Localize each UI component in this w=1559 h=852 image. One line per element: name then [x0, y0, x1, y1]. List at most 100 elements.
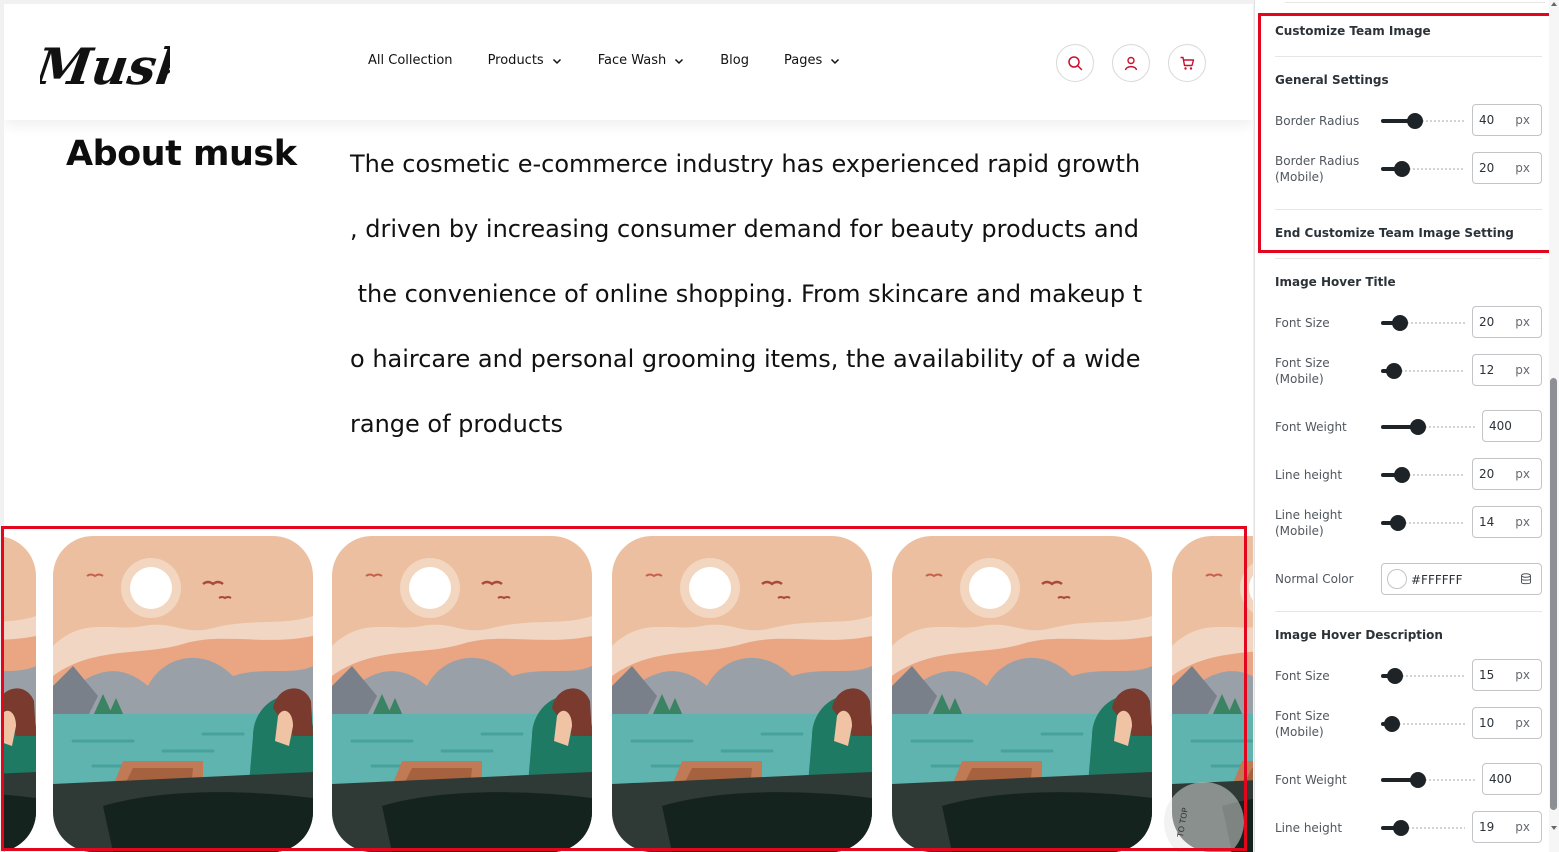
hover-title-line-height-slider[interactable]	[1381, 467, 1465, 483]
hover-title-font-size-mobile-slider[interactable]	[1381, 363, 1465, 379]
team-image[interactable]	[53, 536, 313, 852]
hover-title-font-size-slider[interactable]	[1381, 315, 1465, 331]
hover-desc-line-height-input[interactable]: 19 px	[1472, 811, 1542, 843]
nav-item-face-wash[interactable]: Face Wash	[598, 53, 686, 68]
slider-track	[1408, 474, 1465, 476]
slider-track	[1407, 827, 1465, 829]
team-image-gallery: TO TOP	[4, 532, 1253, 852]
hover-desc-font-size-mobile-slider[interactable]	[1381, 716, 1465, 732]
hover-title-line-height-mobile-label: Line height (Mobile)	[1275, 507, 1342, 539]
divider	[1275, 258, 1542, 259]
border-radius-mobile-slider[interactable]	[1381, 161, 1465, 177]
scroll-down-arrow-icon[interactable]	[1550, 824, 1558, 832]
slider-handle[interactable]	[1394, 467, 1410, 483]
panel-scrollbar-thumb[interactable]	[1550, 378, 1557, 810]
team-image[interactable]	[612, 536, 872, 852]
nav-item-blog[interactable]: Blog	[720, 53, 749, 68]
hover-title-line-height-label: Line height	[1275, 468, 1343, 482]
scroll-to-top-button[interactable]: TO TOP	[1164, 782, 1244, 852]
border-radius-mobile-input[interactable]: 20 px	[1472, 152, 1542, 184]
hover-desc-font-size-mobile-input[interactable]: 10 px	[1472, 707, 1542, 739]
search-button[interactable]	[1056, 44, 1094, 82]
about-text-line: range of products	[350, 410, 563, 438]
hover-desc-line-height-value: 19	[1479, 820, 1495, 834]
label-line: (Mobile)	[1275, 725, 1324, 739]
about-title: About musk	[66, 134, 297, 174]
hover-desc-font-size-slider[interactable]	[1381, 668, 1465, 684]
about-text-line: The cosmetic e-commerce industry has exp…	[350, 150, 1141, 178]
team-image[interactable]	[892, 536, 1152, 852]
hover-desc-font-size-input[interactable]: 15 px	[1472, 659, 1542, 691]
slider-handle[interactable]	[1386, 363, 1402, 379]
slider-track	[1408, 168, 1465, 170]
hover-title-font-size-mobile-input[interactable]: 12 px	[1472, 354, 1542, 386]
scroll-up-arrow-icon[interactable]	[1550, 0, 1558, 8]
image-hover-title-heading: Image Hover Title	[1275, 275, 1396, 289]
border-radius-mobile-value: 20	[1479, 161, 1495, 175]
border-radius-slider[interactable]	[1381, 113, 1465, 129]
preview-frame: Musk All Collection Products Face Wash Blog…	[4, 4, 1253, 852]
label-line: Font Size	[1275, 709, 1330, 723]
hover-title-line-height-value: 20	[1479, 467, 1495, 481]
slider-track	[1404, 522, 1465, 524]
color-swatch[interactable]	[1387, 569, 1407, 589]
slider-track	[1424, 779, 1475, 781]
hover-title-line-height-mobile-input[interactable]: 14 px	[1472, 506, 1542, 538]
hover-title-line-height-mobile-slider[interactable]	[1381, 515, 1465, 531]
slider-handle[interactable]	[1390, 515, 1406, 531]
team-image[interactable]	[4, 536, 36, 852]
hover-desc-line-height-label: Line height	[1275, 821, 1343, 835]
hover-desc-font-size-label: Font Size	[1275, 669, 1330, 683]
slider-handle[interactable]	[1393, 820, 1409, 836]
hover-title-font-weight-slider[interactable]	[1381, 419, 1475, 435]
nav-item-label: Face Wash	[597, 53, 667, 68]
hover-title-font-weight-input[interactable]: 400	[1482, 410, 1542, 442]
border-radius-input[interactable]: 40 px	[1472, 104, 1542, 136]
slider-handle[interactable]	[1407, 113, 1423, 129]
slider-track	[1400, 370, 1465, 372]
logo[interactable]: Musk	[40, 28, 170, 98]
unit-label: px	[1515, 820, 1530, 834]
hover-desc-line-height-slider[interactable]	[1381, 820, 1465, 836]
slider-handle[interactable]	[1392, 315, 1408, 331]
search-icon	[1068, 56, 1083, 71]
slider-handle[interactable]	[1387, 668, 1403, 684]
slider-track	[1401, 675, 1465, 677]
slider-handle[interactable]	[1384, 716, 1400, 732]
nav-item-label: Products	[487, 53, 544, 68]
nav-item-label: All Collection	[368, 53, 453, 68]
team-image[interactable]	[332, 536, 592, 852]
label-line: Border Radius	[1275, 154, 1360, 168]
hover-title-font-size-input[interactable]: 20 px	[1472, 306, 1542, 338]
nav-item-pages[interactable]: Pages	[784, 53, 841, 68]
slider-handle[interactable]	[1410, 772, 1426, 788]
nav-item-all-collection[interactable]: All Collection	[368, 53, 453, 68]
normal-color-picker[interactable]: #FFFFFF	[1381, 563, 1542, 595]
hover-title-font-size-mobile-value: 12	[1479, 363, 1495, 377]
divider	[1285, 2, 1545, 3]
chevron-down-icon	[831, 58, 840, 64]
divider	[1275, 56, 1542, 57]
about-text-line: , driven by increasing consumer demand f…	[350, 215, 1140, 243]
nav-item-products[interactable]: Products	[488, 53, 563, 68]
hover-desc-font-size-mobile-label: Font Size (Mobile)	[1275, 708, 1330, 740]
hover-title-line-height-input[interactable]: 20 px	[1472, 458, 1542, 490]
landscape-illustration	[53, 536, 313, 852]
unit-label: px	[1515, 467, 1530, 481]
unit-label: px	[1515, 716, 1530, 730]
hover-desc-font-weight-label: Font Weight	[1275, 773, 1347, 787]
cart-button[interactable]	[1168, 44, 1206, 82]
scroll-to-top-label: TO TOP	[1175, 807, 1190, 838]
hover-title-line-height-mobile-value: 14	[1479, 515, 1495, 529]
normal-color-label: Normal Color	[1275, 572, 1354, 586]
hover-desc-font-weight-input[interactable]: 400	[1482, 763, 1542, 795]
slider-handle[interactable]	[1410, 419, 1426, 435]
about-section: About musk The cosmetic e-commerce indus…	[4, 120, 1253, 530]
about-text-line: o haircare and personal grooming items, …	[350, 345, 1141, 373]
slider-handle[interactable]	[1394, 161, 1410, 177]
hover-desc-font-weight-slider[interactable]	[1381, 772, 1475, 788]
border-radius-value: 40	[1479, 113, 1495, 127]
nav-item-label: Pages	[783, 53, 823, 68]
account-button[interactable]	[1112, 44, 1150, 82]
database-icon[interactable]	[1520, 573, 1532, 585]
